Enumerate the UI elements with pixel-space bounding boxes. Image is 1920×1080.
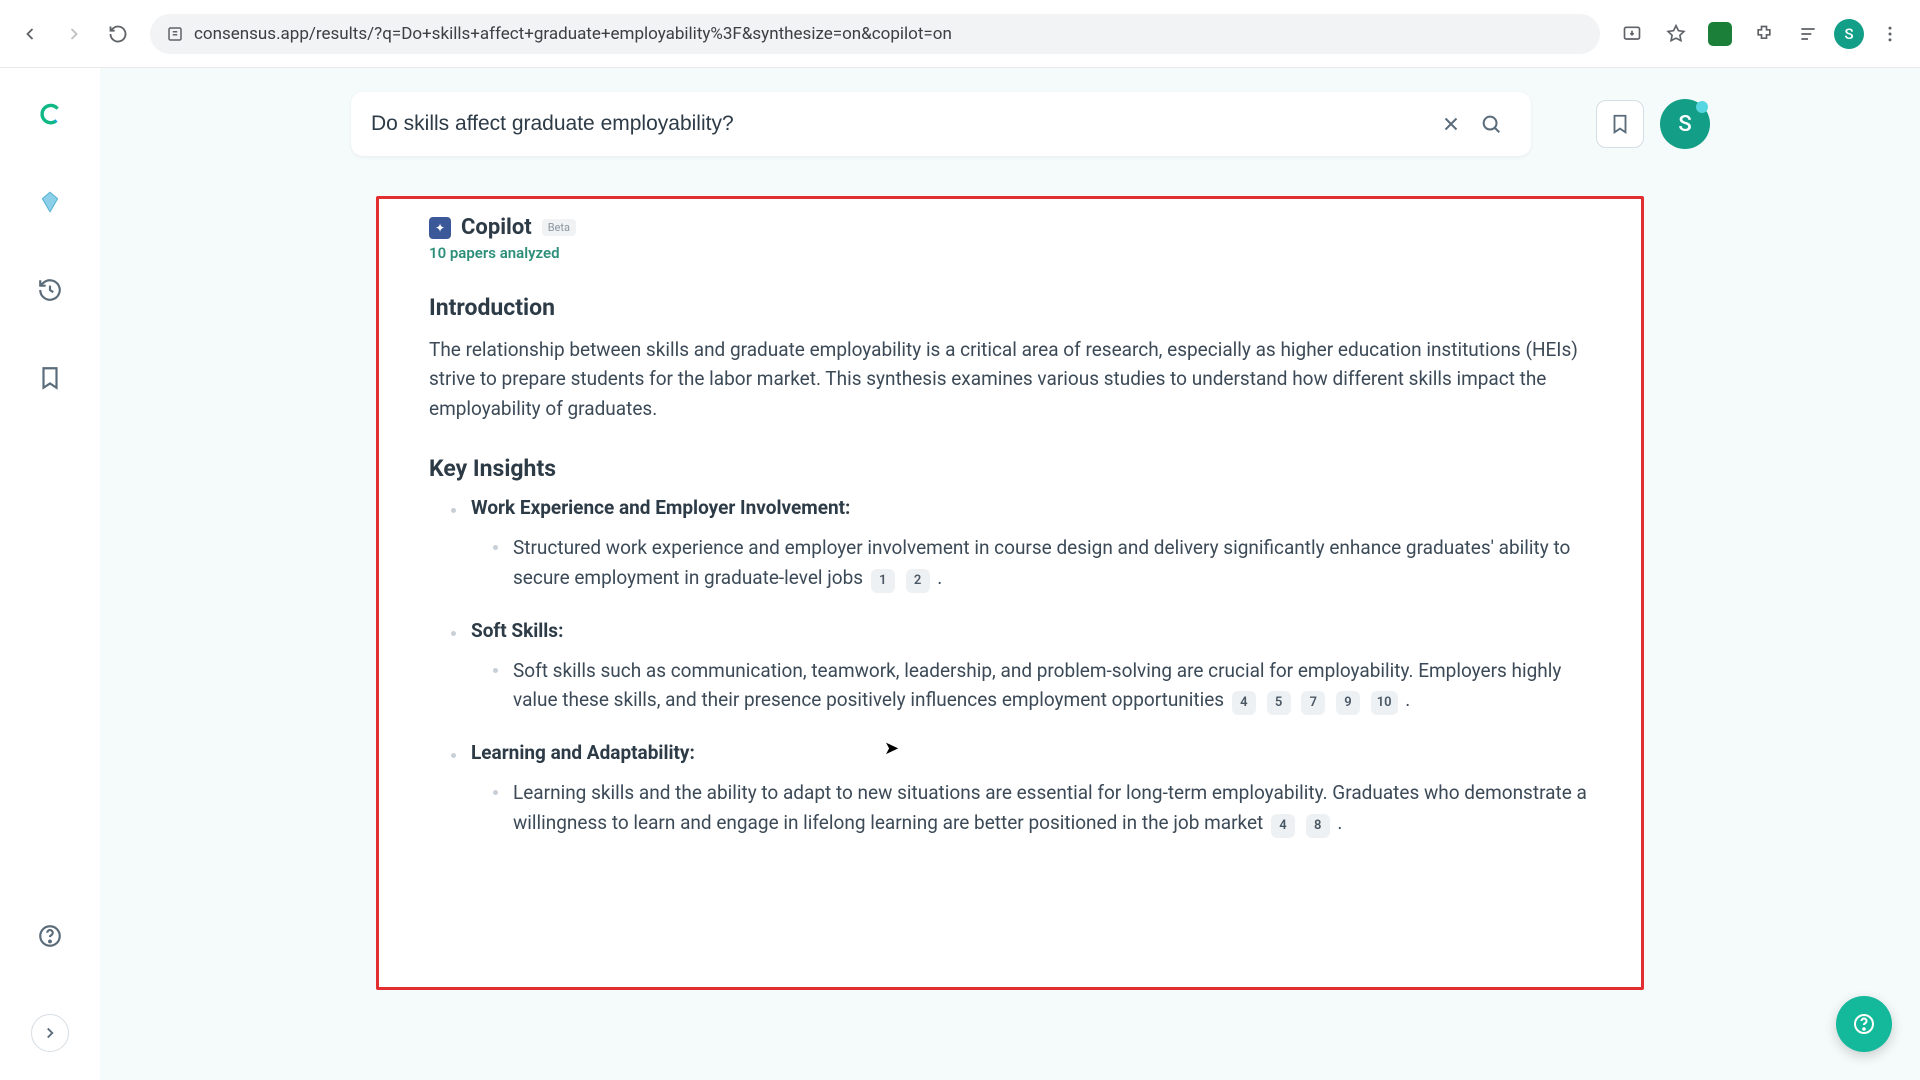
introduction-heading: Introduction	[429, 294, 1591, 321]
copilot-icon: ✦	[429, 217, 451, 239]
search-input[interactable]	[371, 112, 1431, 136]
key-insights-heading: Key Insights	[429, 455, 1591, 482]
browser-profile-avatar[interactable]: S	[1834, 19, 1864, 49]
extensions-icon[interactable]	[1746, 16, 1782, 52]
help-fab-button[interactable]	[1836, 996, 1892, 1052]
reload-button[interactable]	[100, 16, 136, 52]
citation-badge[interactable]: 7	[1301, 691, 1325, 715]
insight-body: Structured work experience and employer …	[471, 533, 1591, 593]
back-button[interactable]	[12, 16, 48, 52]
url-text: consensus.app/results/?q=Do+skills+affec…	[194, 24, 952, 44]
search-bar	[351, 92, 1531, 156]
help-icon[interactable]	[32, 918, 68, 954]
bookmarks-icon[interactable]	[32, 360, 68, 396]
history-icon[interactable]	[32, 272, 68, 308]
address-bar[interactable]: consensus.app/results/?q=Do+skills+affec…	[150, 14, 1600, 54]
top-row: S	[270, 92, 1750, 156]
browser-chrome: consensus.app/results/?q=Do+skills+affec…	[0, 0, 1920, 68]
main-content: S ✦ Copilot Beta 10 papers analyzed Intr…	[100, 68, 1920, 1080]
citation-badge[interactable]: 9	[1336, 691, 1360, 715]
app-container: S ✦ Copilot Beta 10 papers analyzed Intr…	[0, 68, 1920, 1080]
insight-title: Soft Skills:	[471, 619, 1591, 642]
citation-badge[interactable]: 4	[1271, 814, 1295, 838]
search-button[interactable]	[1471, 104, 1511, 144]
clear-search-button[interactable]	[1431, 104, 1471, 144]
bookmark-icon	[1609, 113, 1631, 135]
beta-badge: Beta	[542, 219, 576, 236]
copilot-title: Copilot	[461, 215, 532, 240]
insight-title: Learning and Adaptability:	[471, 741, 1591, 764]
site-settings-icon	[166, 25, 184, 43]
citation-badge[interactable]: 5	[1267, 691, 1291, 715]
install-app-icon[interactable]	[1614, 16, 1650, 52]
browser-menu-icon[interactable]	[1872, 16, 1908, 52]
left-rail	[0, 68, 100, 1080]
insight-body: Learning skills and the ability to adapt…	[471, 778, 1591, 838]
copilot-header: ✦ Copilot Beta	[429, 215, 1591, 240]
top-right-actions: S	[1596, 99, 1710, 149]
notification-dot-icon	[1696, 101, 1708, 113]
save-bookmark-button[interactable]	[1596, 100, 1644, 148]
avatar-initial: S	[1678, 112, 1691, 137]
copilot-panel: ✦ Copilot Beta 10 papers analyzed Introd…	[376, 196, 1644, 990]
papers-analyzed-link[interactable]: 10 papers analyzed	[429, 244, 1591, 262]
citation-badge[interactable]: 1	[871, 569, 895, 593]
insight-title: Work Experience and Employer Involvement…	[471, 496, 1591, 519]
insight-item: Learning and Adaptability: Learning skil…	[429, 741, 1591, 838]
reading-list-icon[interactable]	[1790, 16, 1826, 52]
diamond-icon[interactable]	[32, 184, 68, 220]
insight-item: Soft Skills: Soft skills such as communi…	[429, 619, 1591, 716]
insight-body: Soft skills such as communication, teamw…	[471, 656, 1591, 716]
search-container	[351, 92, 1531, 156]
introduction-body: The relationship between skills and grad…	[429, 335, 1591, 423]
extension-badge[interactable]	[1702, 16, 1738, 52]
insight-item: Work Experience and Employer Involvement…	[429, 496, 1591, 593]
forward-button[interactable]	[56, 16, 92, 52]
citation-badge[interactable]: 10	[1371, 691, 1398, 715]
app-logo-icon[interactable]	[32, 96, 68, 132]
bookmark-star-icon[interactable]	[1658, 16, 1694, 52]
citation-badge[interactable]: 2	[906, 569, 930, 593]
citation-badge[interactable]: 8	[1306, 814, 1330, 838]
citation-badge[interactable]: 4	[1232, 691, 1256, 715]
insights-list: Work Experience and Employer Involvement…	[429, 496, 1591, 838]
user-avatar[interactable]: S	[1660, 99, 1710, 149]
expand-sidebar-button[interactable]	[31, 1014, 69, 1052]
